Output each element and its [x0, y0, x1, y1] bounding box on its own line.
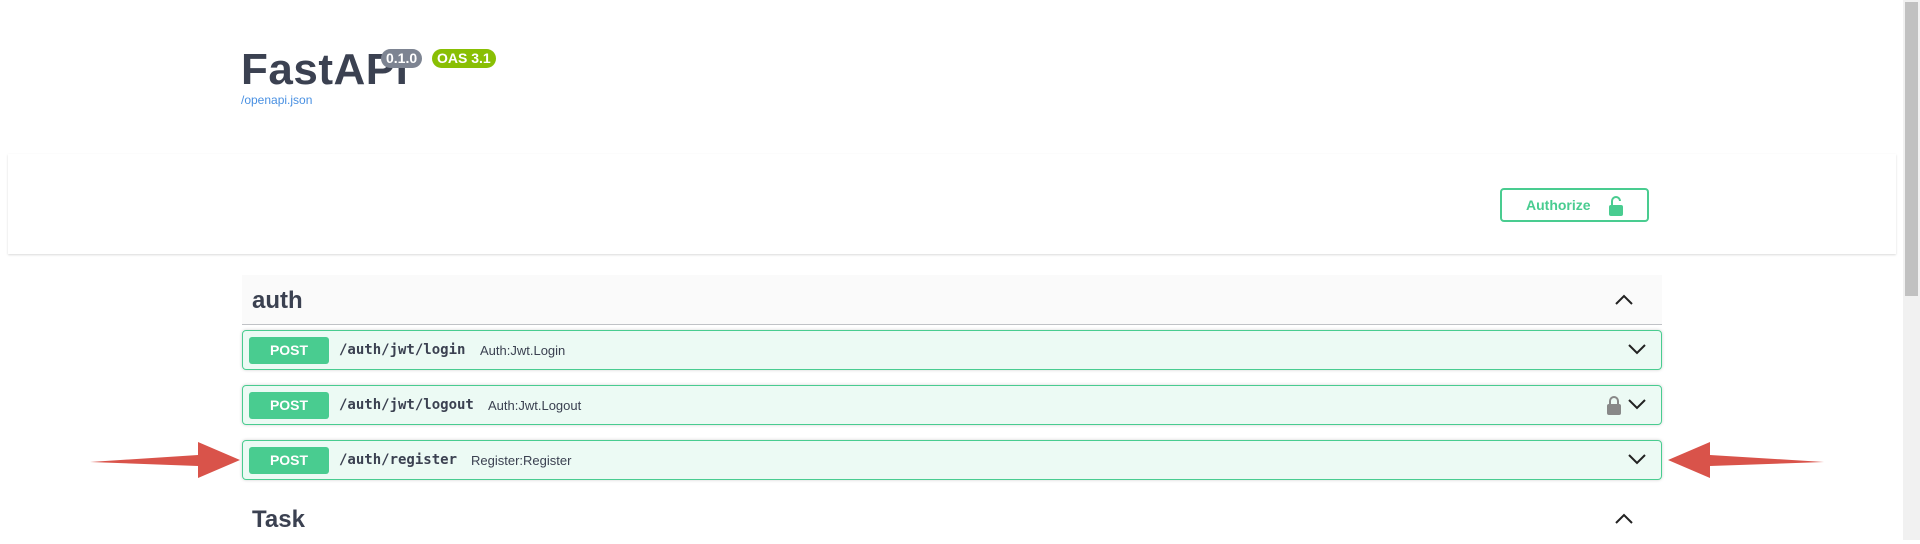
authorize-label: Authorize [1526, 197, 1591, 213]
method-badge: POST [249, 392, 329, 419]
openapi-json-link[interactable]: /openapi.json [241, 93, 312, 107]
tag-header-task[interactable]: Task [242, 494, 1662, 544]
unlocked-padlock-icon [1609, 196, 1623, 219]
operation-path: /auth/jwt/login [339, 342, 466, 358]
operation-path: /auth/jwt/logout [339, 397, 474, 413]
operation-summary: Register:Register [471, 453, 572, 468]
chevron-down-icon[interactable] [1627, 397, 1647, 416]
authorize-button[interactable]: Authorize [1500, 188, 1649, 222]
vertical-scrollbar[interactable] [1903, 0, 1920, 540]
operation-summary: Auth:Jwt.Login [480, 343, 566, 358]
tag-name: auth [252, 287, 303, 314]
chevron-up-icon[interactable] [1614, 292, 1634, 311]
opblock-post-login[interactable]: POST /auth/jwt/login Auth:Jwt.Login [242, 330, 1662, 370]
opblock-post-logout[interactable]: POST /auth/jwt/logout Auth:Jwt.Logout [242, 385, 1662, 425]
locked-padlock-icon[interactable] [1607, 395, 1621, 420]
tag-header-auth[interactable]: auth [242, 275, 1662, 325]
opblock-post-register[interactable]: POST /auth/register Register:Register [242, 440, 1662, 480]
method-badge: POST [249, 337, 329, 364]
tag-name: Task [252, 506, 305, 533]
version-badge: 0.1.0 [381, 49, 423, 68]
operation-path: /auth/register [339, 452, 458, 468]
operation-summary: Auth:Jwt.Logout [488, 398, 582, 413]
chevron-down-icon[interactable] [1627, 452, 1647, 471]
annotation-arrow-left-icon [1668, 442, 1824, 478]
annotation-arrow-right-icon [90, 442, 240, 478]
chevron-up-icon[interactable] [1614, 511, 1634, 530]
oas-badge: OAS 3.1 [432, 49, 496, 68]
scrollbar-thumb[interactable] [1905, 2, 1918, 296]
chevron-down-icon[interactable] [1627, 342, 1647, 361]
method-badge: POST [249, 447, 329, 474]
